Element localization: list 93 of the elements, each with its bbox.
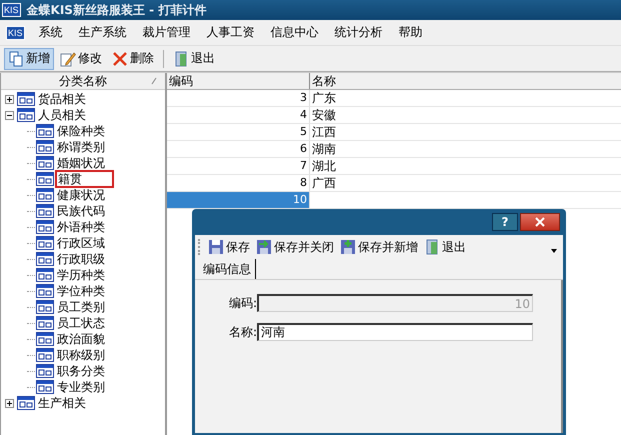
folder-card-icon [36,172,54,186]
floppy-plus-icon [340,239,356,255]
column-header[interactable]: 名称 [310,73,338,89]
tree-item[interactable]: 职务分类 [55,363,107,379]
toolbar-button[interactable]: 退出 [169,48,219,70]
toolbar-button[interactable]: 保存并新增 [338,238,420,256]
tree-item[interactable]: 专业类别 [55,379,107,395]
input-field[interactable]: 河南 [257,323,533,341]
folder-card-icon [36,300,54,314]
tree-item[interactable]: 学历种类 [55,267,107,283]
toolbar-button[interactable]: 删除 [108,48,158,70]
field-label: 编码: [228,294,257,312]
tree-item[interactable]: 人员相关 [36,107,88,123]
folder-card-icon [17,108,35,122]
tree-item[interactable]: 健康状况 [55,187,107,203]
folder-card-icon [17,396,35,410]
tree-item[interactable]: 籍贯 [55,170,114,188]
toolbar-button[interactable]: 退出 [422,238,468,256]
toolbar-button[interactable]: 修改 [56,48,106,70]
tree-item[interactable]: 货品相关 [36,91,88,107]
table-cell-text: 广西 [311,175,337,191]
menu-item[interactable]: 帮助 [390,24,431,41]
folder-card-icon [17,92,35,106]
tree-item[interactable]: 民族代码 [55,203,107,219]
tree-item[interactable]: 婚姻状况 [55,155,107,171]
menu-item[interactable]: 系统 [30,24,71,41]
table-cell: 7 [167,158,310,174]
dropdown-icon[interactable] [551,249,557,253]
table-cell: 3 [167,90,310,106]
folder-card-icon [36,332,54,346]
expander-icon[interactable] [5,398,14,408]
door-icon [424,239,440,255]
pencil-icon [60,50,76,66]
menu-item[interactable]: 裁片管理 [134,24,199,41]
folder-card-icon [36,284,54,298]
table-cell: 8 [167,175,310,191]
field-label: 名称: [228,324,257,340]
tree-item[interactable]: 员工状态 [55,315,107,331]
folder-card-icon [36,236,54,250]
table-cell-text: 江西 [311,124,337,140]
folder-card-icon [36,188,54,202]
table-cell: 10 [167,192,310,208]
tree-item[interactable]: 外语种类 [55,219,107,235]
toolbar-button[interactable]: 保存并关闭 [254,238,336,256]
folder-card-icon [36,252,54,266]
app-logo: KIS [6,26,25,40]
tree-item[interactable]: 行政区域 [55,235,107,251]
table-cell-text: 湖南 [311,141,337,157]
toolbar-button[interactable]: 保存 [206,238,252,256]
menu-item[interactable]: 人事工资 [198,24,263,41]
help-button[interactable]: ? [492,213,518,231]
close-icon [535,217,545,227]
documents-icon [8,50,24,66]
folder-card-icon [36,380,54,394]
tree-item[interactable]: 员工类别 [55,299,107,315]
table-cell-text: 湖北 [311,158,337,174]
tree-item[interactable]: 保险种类 [55,123,107,139]
table-cell: 6 [167,141,310,157]
floppy-icon [208,239,224,255]
tree-item[interactable]: 称谓类别 [55,139,107,155]
sort-icon [151,77,157,85]
header-label: 分类名称 [59,72,107,90]
menu-item[interactable]: 信息中心 [262,24,327,41]
table-cell: 5 [167,124,310,140]
tree-item[interactable]: 学位种类 [55,283,107,299]
folder-card-icon [36,220,54,234]
folder-card-icon [36,316,54,330]
column-header[interactable]: 编码 [167,73,310,89]
folder-card-icon [36,124,54,138]
tab[interactable]: 编码信息 [201,259,256,279]
menu-item[interactable]: 生产系统 [70,24,135,41]
toolbar-button[interactable]: 新增 [4,48,54,70]
table-cell: 4 [167,107,310,123]
delete-icon [112,50,128,66]
table-cell-text: 安徽 [311,107,337,123]
folder-card-icon [36,364,54,378]
tree-item[interactable]: 生产相关 [36,395,88,411]
close-button[interactable] [520,213,560,231]
folder-card-icon [36,348,54,362]
folder-card-icon [36,204,54,218]
window-title: 金蝶KIS新丝路服装王 - 打菲计件 [26,2,206,18]
door-icon [173,50,189,66]
expander-icon[interactable] [5,94,14,104]
app-logo: KIS [2,3,21,17]
menu-item[interactable]: 统计分析 [326,24,391,41]
tree-item[interactable]: 职称级别 [55,347,107,363]
folder-card-icon [36,140,54,154]
tree-item[interactable]: 行政职级 [55,251,107,267]
expander-icon[interactable] [5,110,14,120]
folder-card-icon [36,268,54,282]
folder-card-icon [36,156,54,170]
table-cell-text: 广东 [311,90,337,106]
tree-item[interactable]: 政治面貌 [55,331,107,347]
